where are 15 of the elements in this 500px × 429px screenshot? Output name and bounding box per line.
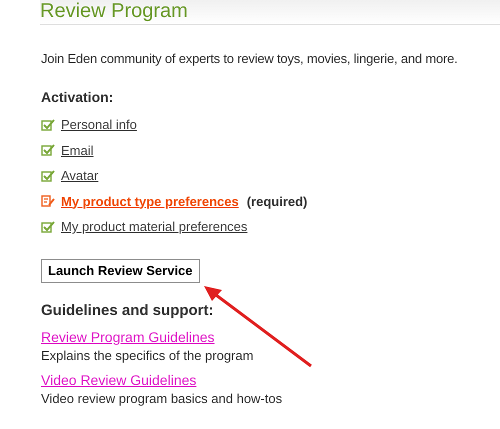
launch-button[interactable]: Launch Review Service xyxy=(41,258,200,282)
activation-link[interactable]: Avatar xyxy=(61,166,98,186)
activation-link[interactable]: My product material preferences xyxy=(61,217,248,236)
activation-link[interactable]: My product type preferences xyxy=(61,192,239,211)
required-note: (required) xyxy=(246,192,308,211)
guideline-description: Explains the specifics of the program xyxy=(41,348,254,364)
activation-link[interactable]: Email xyxy=(61,140,94,160)
section-heading: Guidelines and support: xyxy=(41,302,215,320)
guideline-link[interactable]: Video Review Guidelines xyxy=(41,370,196,389)
activation-link[interactable]: Personal info xyxy=(61,115,137,134)
section-heading: Activation: xyxy=(41,88,114,106)
page-title: Review Program xyxy=(40,0,188,24)
guideline-description: Video review program basics and how-tos xyxy=(41,390,282,407)
guideline-link[interactable]: Review Program Guidelines xyxy=(41,328,215,346)
intro-text: Join Eden community of experts to review toys, movies, lingerie, and more. xyxy=(41,50,459,68)
